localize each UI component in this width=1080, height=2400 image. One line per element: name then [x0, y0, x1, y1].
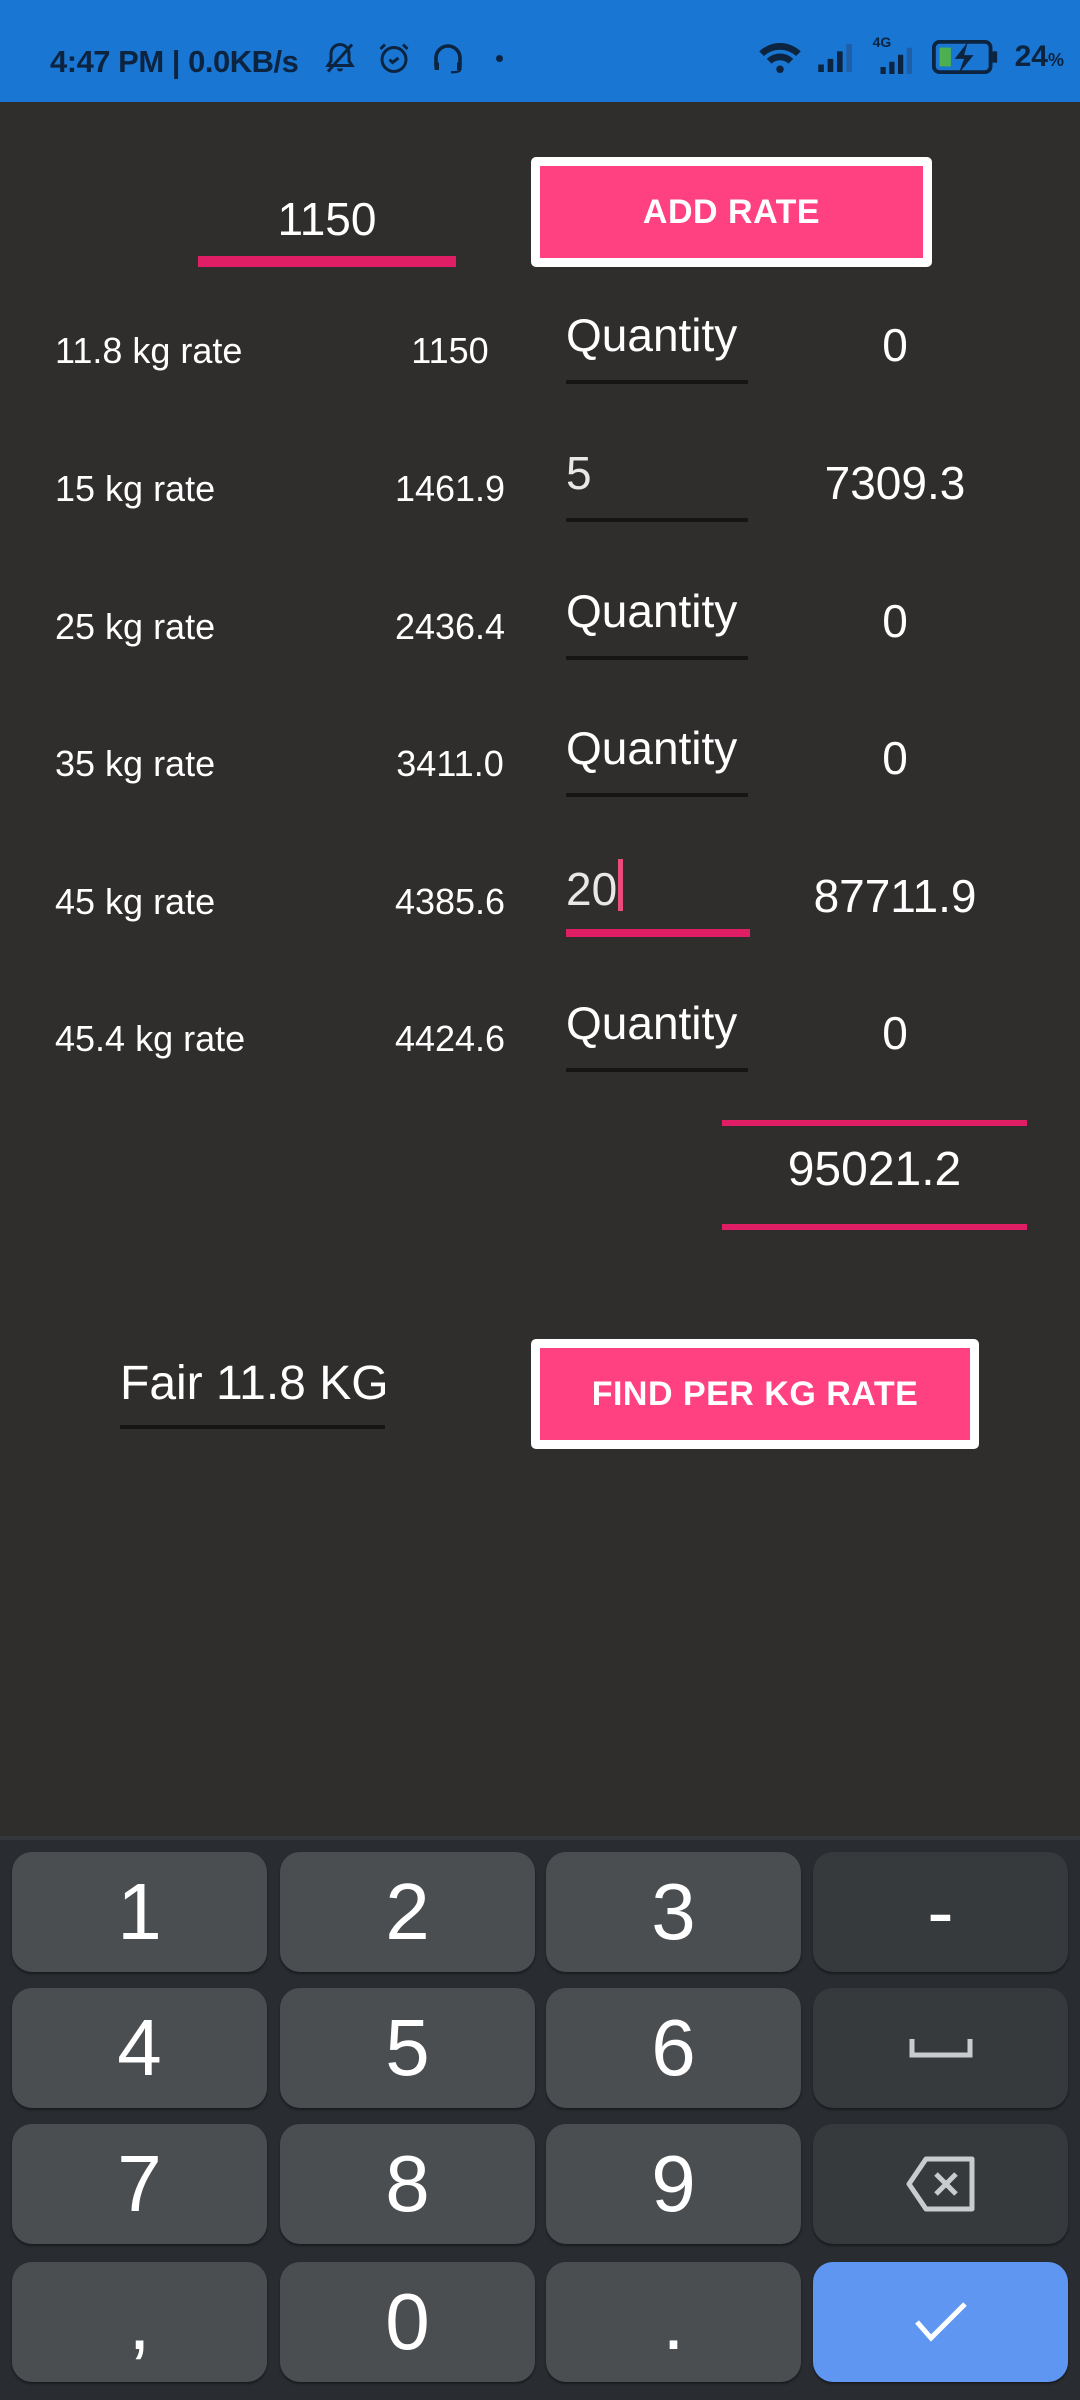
key-3[interactable]: 3: [546, 1852, 801, 1972]
key-1[interactable]: 1: [12, 1852, 267, 1972]
key-done[interactable]: [813, 2262, 1068, 2382]
quantity-input[interactable]: Quantity: [566, 584, 748, 650]
rate-value: 4424.6: [394, 1018, 506, 1059]
rate-row: 45.4 kg rate 4424.6 Quantity 0: [0, 990, 1080, 1090]
rate-row: 11.8 kg rate 1150 Quantity 0: [0, 302, 1080, 402]
quantity-input[interactable]: Quantity: [566, 996, 748, 1062]
rate-row: 35 kg rate 3411.0 Quantity 0: [0, 715, 1080, 815]
weight-label: 25 kg rate: [55, 606, 216, 647]
status-icons-left: [322, 40, 503, 76]
quantity-input[interactable]: Quantity: [566, 721, 748, 787]
weight-label: 45.4 kg rate: [55, 1018, 246, 1059]
headset-icon: [434, 44, 462, 74]
status-bar: 4:47 PM | 0.0KB/s 4G 24%: [0, 0, 1080, 102]
bell-muted-icon: [325, 42, 355, 73]
separator: |: [171, 44, 181, 79]
quantity-input[interactable]: 5: [566, 446, 748, 512]
row-total: 0: [882, 319, 908, 371]
grand-total: 95021.2: [787, 1143, 962, 1196]
rate-input[interactable]: [198, 172, 456, 266]
weight-label: 35 kg rate: [55, 743, 216, 784]
app-screen: 4:47 PM | 0.0KB/s 4G 24% ADD RATE 11.8 k…: [0, 0, 1080, 2400]
quantity-input-focused[interactable]: 20: [566, 859, 748, 925]
network-speed: 0.0KB/s: [188, 44, 299, 79]
row-total: 7309.3: [824, 457, 966, 509]
quantity-underline: [566, 656, 748, 660]
battery-percent: 24%: [1015, 40, 1064, 74]
key-comma[interactable]: ,: [12, 2262, 267, 2382]
space-icon: [909, 2039, 972, 2058]
fair-weight-input[interactable]: Fair 11.8 KG: [120, 1356, 389, 1411]
key-2[interactable]: 2: [280, 1852, 535, 1972]
rate-value: 4385.6: [394, 881, 506, 922]
rate-value: 1150: [411, 330, 489, 371]
rate-value: 2436.4: [394, 606, 506, 647]
status-icons-right: 4G 24%: [757, 34, 1064, 74]
weight-label: 45 kg rate: [55, 881, 216, 922]
key-backspace[interactable]: [813, 2124, 1068, 2244]
wifi-icon: [758, 43, 801, 74]
add-rate-button[interactable]: ADD RATE: [531, 157, 932, 267]
key-period[interactable]: .: [546, 2262, 801, 2382]
rate-value: 3411.0: [396, 743, 504, 784]
fair-underline: [120, 1425, 385, 1429]
quantity-underline-focused: [566, 929, 750, 937]
row-total: 0: [882, 1007, 908, 1059]
notification-dot-icon: [496, 54, 503, 62]
quantity-underline: [566, 793, 748, 797]
key-6[interactable]: 6: [546, 1988, 801, 2108]
backspace-icon: [906, 2156, 974, 2212]
quantity-underline: [566, 380, 748, 384]
quantity-underline: [566, 518, 748, 522]
key-9[interactable]: 9: [546, 2124, 801, 2244]
key-0[interactable]: 0: [280, 2262, 535, 2382]
status-time: 4:47 PM | 0.0KB/s: [50, 44, 299, 80]
key-minus[interactable]: -: [813, 1852, 1068, 1972]
row-total: 0: [882, 732, 908, 784]
percent-sign: %: [1047, 50, 1064, 70]
row-total: 87711.9: [813, 870, 977, 922]
find-per-kg-rate-button[interactable]: FIND PER KG RATE: [531, 1339, 979, 1449]
text-caret: [618, 859, 624, 911]
signal-4g-icon: 4G: [871, 34, 917, 74]
rate-row: 15 kg rate 1461.9 5 7309.3: [0, 440, 1080, 540]
key-8[interactable]: 8: [280, 2124, 535, 2244]
total-bottom-line: [722, 1224, 1027, 1230]
total-top-line: [722, 1120, 1027, 1126]
weight-label: 15 kg rate: [55, 468, 216, 509]
quantity-input[interactable]: Quantity: [566, 308, 748, 374]
key-5[interactable]: 5: [280, 1988, 535, 2108]
key-4[interactable]: 4: [12, 1988, 267, 2108]
rate-value: 1461.9: [394, 468, 506, 509]
key-space[interactable]: [813, 1988, 1068, 2108]
signal-icon: [817, 43, 852, 72]
weight-label: 11.8 kg rate: [55, 330, 243, 371]
clock-text: 4:47 PM: [50, 44, 164, 79]
key-7[interactable]: 7: [12, 2124, 267, 2244]
battery-value: 24: [1014, 40, 1048, 73]
rate-input-underline: [198, 256, 456, 267]
alarm-icon: [379, 43, 409, 73]
battery-charging-icon: [931, 40, 997, 74]
row-total: 0: [882, 595, 908, 647]
quantity-value: 20: [566, 863, 618, 915]
checkmark-icon: [914, 2302, 967, 2342]
quantity-underline: [566, 1068, 748, 1072]
rate-row-active: 45 kg rate 4385.6 20 87711.9: [0, 853, 1080, 953]
rate-row: 25 kg rate 2436.4 Quantity 0: [0, 578, 1080, 678]
